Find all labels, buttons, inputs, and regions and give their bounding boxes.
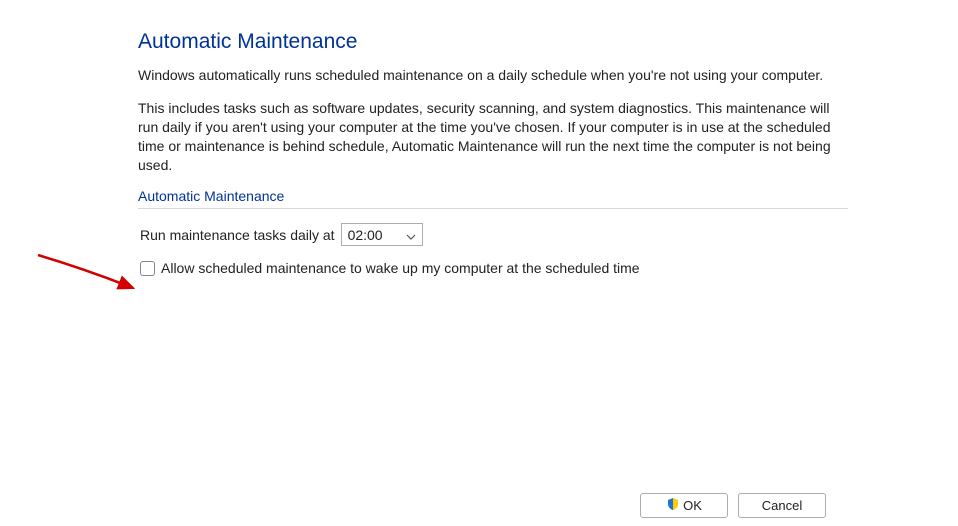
ok-button[interactable]: OK bbox=[640, 493, 728, 518]
wake-checkbox-label: Allow scheduled maintenance to wake up m… bbox=[161, 260, 640, 276]
chevron-down-icon bbox=[406, 227, 416, 243]
wake-checkbox[interactable] bbox=[140, 261, 155, 276]
time-dropdown[interactable]: 02:00 bbox=[341, 223, 423, 246]
cancel-button-label: Cancel bbox=[762, 498, 802, 513]
section-heading: Automatic Maintenance bbox=[138, 188, 848, 209]
shield-icon bbox=[666, 497, 680, 514]
page-title: Automatic Maintenance bbox=[138, 30, 848, 54]
intro-paragraph-2: This includes tasks such as software upd… bbox=[138, 99, 848, 175]
ok-button-label: OK bbox=[683, 498, 702, 513]
run-tasks-label: Run maintenance tasks daily at bbox=[140, 227, 335, 243]
annotation-arrow-icon bbox=[33, 250, 143, 300]
time-dropdown-value: 02:00 bbox=[348, 227, 383, 243]
intro-paragraph-1: Windows automatically runs scheduled mai… bbox=[138, 66, 848, 85]
cancel-button[interactable]: Cancel bbox=[738, 493, 826, 518]
